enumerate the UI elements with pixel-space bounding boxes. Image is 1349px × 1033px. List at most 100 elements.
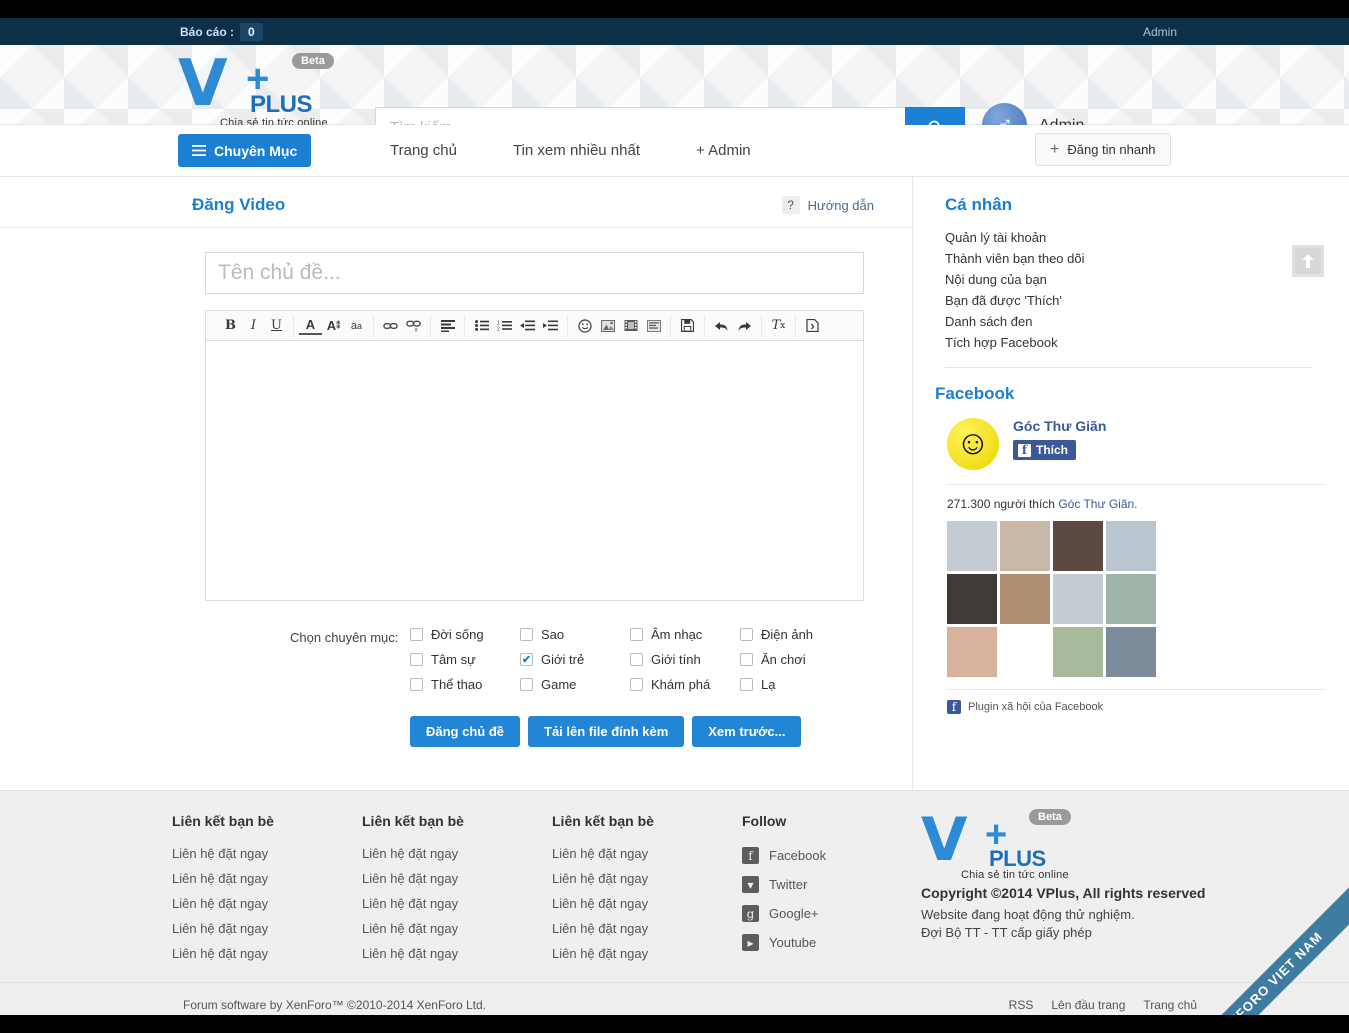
sidebar-personal-item[interactable]: Tích hợp Facebook [945, 332, 1325, 353]
remove-formatting-icon[interactable]: Tx [767, 315, 790, 337]
indent-increase-icon[interactable] [539, 315, 562, 337]
facebook-friend-photo[interactable] [1053, 574, 1103, 624]
checkbox-icon[interactable] [630, 653, 643, 666]
footer-link[interactable]: Liên hệ đặt ngay [362, 941, 552, 966]
footer-social-link[interactable]: g Google+ [742, 899, 882, 928]
font-family-icon[interactable]: aa [345, 315, 368, 337]
checkbox-icon[interactable] [740, 628, 753, 641]
category-option[interactable]: Âm nhạc [630, 627, 740, 642]
facebook-page-name[interactable]: Góc Thư Giãn [1013, 418, 1106, 434]
footer-link[interactable]: Liên hệ đặt ngay [362, 916, 552, 941]
checkbox-checked-icon[interactable]: ✔ [520, 653, 533, 666]
footer-link[interactable]: Liên hệ đặt ngay [552, 916, 742, 941]
category-option[interactable]: Khám phá [630, 677, 740, 692]
facebook-friend-photo[interactable] [947, 574, 997, 624]
category-option[interactable]: Thể thao [410, 677, 520, 692]
remove-link-icon[interactable]: x [402, 315, 425, 337]
category-option[interactable]: Ăn chơi [740, 652, 850, 667]
footer-link[interactable]: Liên hệ đặt ngay [362, 866, 552, 891]
text-align-icon[interactable] [436, 315, 459, 337]
footer-link-rss[interactable]: RSS [1009, 998, 1034, 1012]
save-draft-icon[interactable] [676, 315, 699, 337]
font-size-icon[interactable]: A ⁑ [322, 315, 345, 337]
checkbox-icon[interactable] [520, 678, 533, 691]
nav-item-most-viewed[interactable]: Tin xem nhiều nhất [513, 142, 640, 159]
footer-link[interactable]: Liên hệ đặt ngay [172, 866, 362, 891]
facebook-friend-photo[interactable] [947, 627, 997, 677]
footer-link[interactable]: Liên hệ đặt ngay [552, 866, 742, 891]
facebook-friend-photo[interactable] [1000, 574, 1050, 624]
toggle-bbcode-icon[interactable] [801, 315, 824, 337]
category-option[interactable]: Game [520, 677, 630, 692]
category-option[interactable]: Đời sống [410, 627, 520, 642]
footer-link[interactable]: Liên hệ đặt ngay [552, 941, 742, 966]
checkbox-icon[interactable] [740, 678, 753, 691]
checkbox-icon[interactable] [410, 678, 423, 691]
facebook-friend-photo[interactable] [1106, 521, 1156, 571]
site-logo[interactable]: V + PLUS Chia sẻ tin tức online Beta [178, 52, 368, 129]
report-count-badge[interactable]: 0 [240, 22, 263, 41]
topbar-admin-link[interactable]: Admin [1143, 25, 1177, 39]
editor-content-area[interactable] [205, 341, 864, 601]
font-color-icon[interactable]: A [299, 317, 322, 335]
footer-link-home[interactable]: Trang chủ [1143, 998, 1197, 1012]
sidebar-personal-item[interactable]: Bạn đã được 'Thích' [945, 290, 1325, 311]
numbered-list-icon[interactable]: 12 [493, 315, 516, 337]
preview-button[interactable]: Xem trước... [692, 716, 802, 747]
italic-icon[interactable]: I [242, 315, 265, 337]
footer-link[interactable]: Liên hệ đặt ngay [362, 891, 552, 916]
bold-icon[interactable]: B [219, 315, 242, 337]
insert-media-icon[interactable] [619, 315, 642, 337]
checkbox-icon[interactable] [410, 628, 423, 641]
facebook-page-link[interactable]: Góc Thư Giãn. [1058, 497, 1137, 511]
upload-attachment-button[interactable]: Tải lên file đính kèm [528, 716, 685, 747]
indent-decrease-icon[interactable] [516, 315, 539, 337]
undo-icon[interactable] [710, 315, 733, 337]
category-option[interactable]: Điện ảnh [740, 627, 850, 642]
facebook-like-button[interactable]: f Thích [1013, 440, 1076, 460]
checkbox-icon[interactable] [630, 678, 643, 691]
facebook-friend-photo[interactable] [1106, 574, 1156, 624]
footer-social-link[interactable]: ▾ Twitter [742, 870, 882, 899]
footer-link[interactable]: Liên hệ đặt ngay [552, 841, 742, 866]
insert-quote-icon[interactable] [642, 315, 665, 337]
footer-link[interactable]: Liên hệ đặt ngay [172, 916, 362, 941]
smiley-icon[interactable] [573, 315, 596, 337]
footer-link[interactable]: Liên hệ đặt ngay [172, 941, 362, 966]
underline-icon[interactable]: U [265, 315, 288, 337]
category-menu-button[interactable]: Chuyên Mục [178, 134, 312, 167]
facebook-friend-photo[interactable] [1053, 627, 1103, 677]
category-option[interactable]: Giới tính [630, 652, 740, 667]
guide-link[interactable]: ? Hướng dẫn [781, 196, 874, 214]
bullet-list-icon[interactable] [470, 315, 493, 337]
category-option[interactable]: Lạ [740, 677, 850, 692]
thread-title-input[interactable] [205, 252, 864, 294]
facebook-friend-photo[interactable] [1053, 521, 1103, 571]
post-thread-button[interactable]: Đăng chủ đề [410, 716, 521, 747]
footer-link[interactable]: Liên hệ đặt ngay [552, 891, 742, 916]
redo-icon[interactable] [733, 315, 756, 337]
category-option[interactable]: Tâm sự [410, 652, 520, 667]
insert-image-icon[interactable] [596, 315, 619, 337]
facebook-friend-photo[interactable] [1000, 521, 1050, 571]
checkbox-icon[interactable] [410, 653, 423, 666]
sidebar-personal-item[interactable]: Thành viên bạn theo dõi [945, 248, 1325, 269]
nav-item-home[interactable]: Trang chủ [390, 142, 457, 159]
checkbox-icon[interactable] [740, 653, 753, 666]
footer-link[interactable]: Liên hệ đặt ngay [172, 841, 362, 866]
facebook-friend-photo[interactable] [947, 521, 997, 571]
footer-social-link[interactable]: ▸ Youtube [742, 928, 882, 957]
footer-social-link[interactable]: f Facebook [742, 841, 882, 870]
nav-item-admin[interactable]: + Admin [696, 142, 751, 159]
facebook-friend-photo[interactable] [1000, 627, 1050, 677]
footer-link[interactable]: Liên hệ đặt ngay [362, 841, 552, 866]
quick-post-button[interactable]: + Đăng tin nhanh [1035, 133, 1171, 166]
sidebar-personal-item[interactable]: Quản lý tài khoản [945, 227, 1325, 248]
category-option[interactable]: ✔ Giới trẻ [520, 652, 630, 667]
facebook-friend-photo[interactable] [1106, 627, 1156, 677]
insert-link-icon[interactable] [379, 315, 402, 337]
footer-link-top[interactable]: Lên đầu trang [1051, 998, 1125, 1012]
footer-logo[interactable]: V + PLUS Chia sẻ tin tức online Beta [921, 809, 1101, 881]
category-option[interactable]: Sao [520, 627, 630, 642]
checkbox-icon[interactable] [520, 628, 533, 641]
